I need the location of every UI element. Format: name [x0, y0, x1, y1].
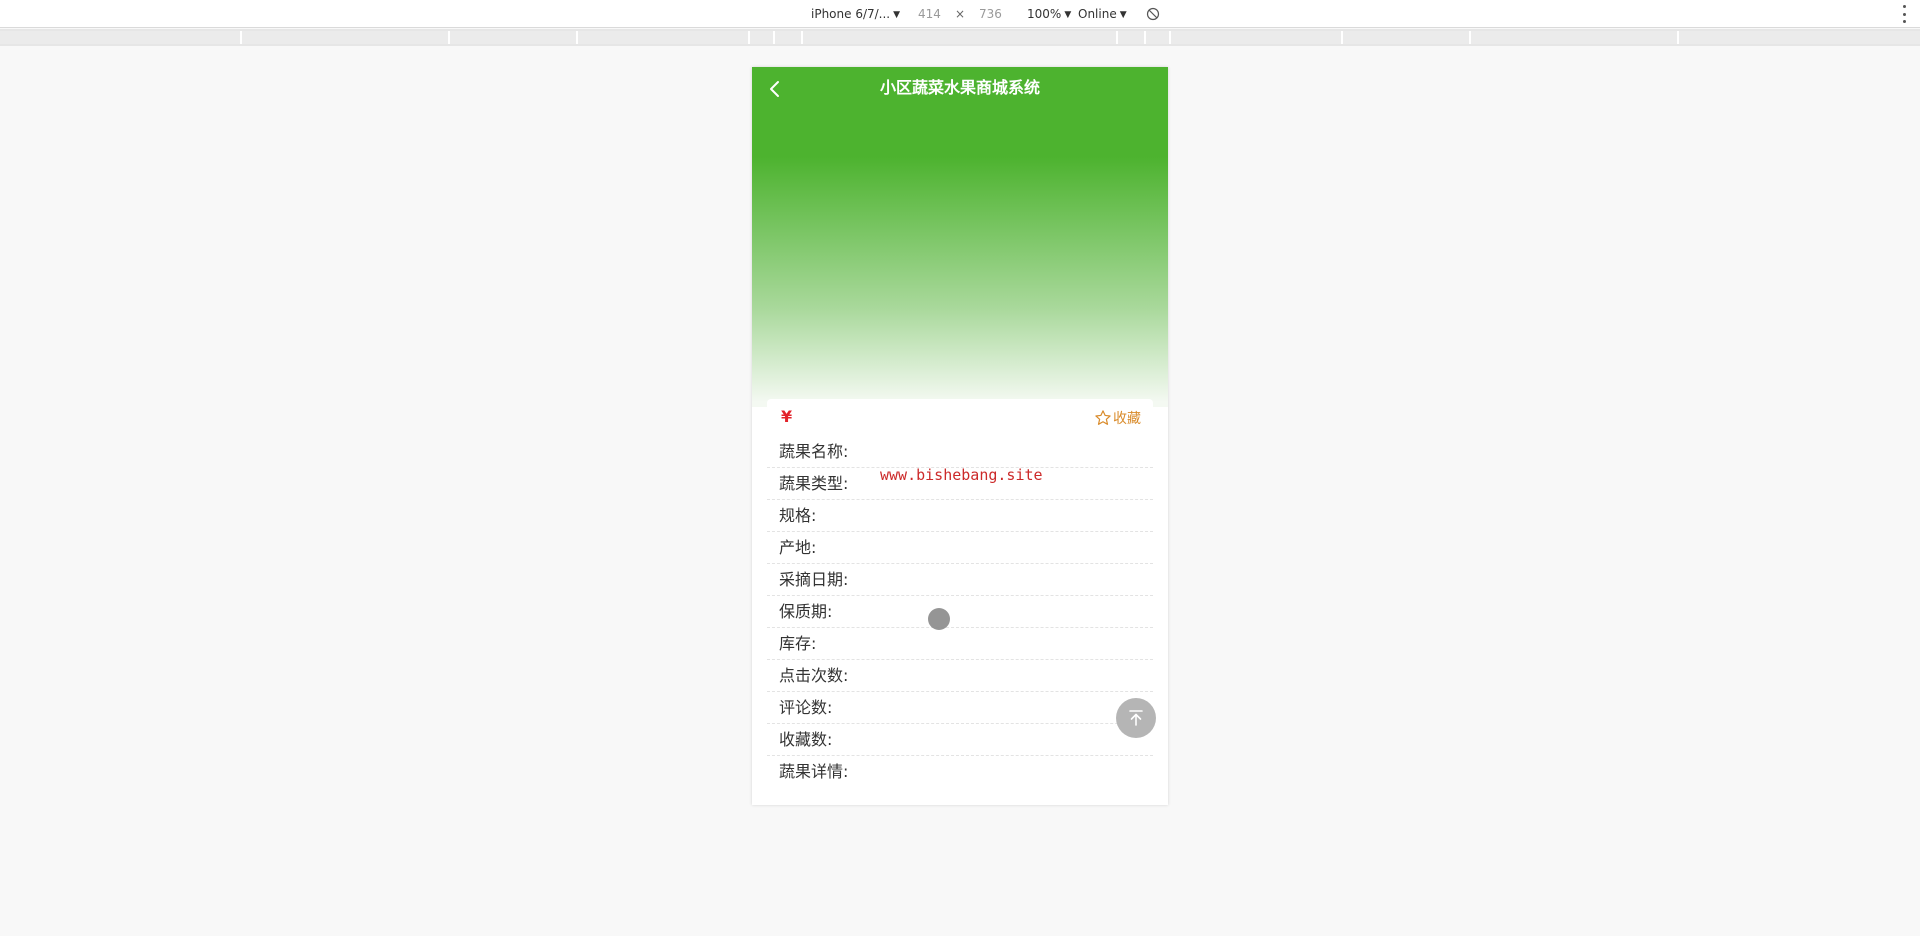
arrow-up-bar-icon — [1129, 710, 1143, 726]
star-outline-icon — [1095, 410, 1111, 425]
favorite-button[interactable]: 收藏 — [1094, 408, 1141, 428]
watermark-text: www.bishebang.site — [880, 466, 1043, 484]
field-comments: 评论数: — [767, 692, 1153, 724]
network-throttle-select[interactable]: Online ▼ — [1078, 7, 1127, 21]
product-detail-card: ¥ 收藏 蔬果名称: 蔬果类型: 规格: 产地: 采摘日期: 保质期: 库存: … — [767, 399, 1153, 805]
price-row: ¥ 收藏 — [767, 399, 1153, 437]
ruler-segment[interactable] — [450, 31, 578, 44]
field-shelf-life: 保质期: — [767, 596, 1153, 628]
zoom-select[interactable]: 100% ▼ — [1027, 7, 1071, 21]
devtools-device-toolbar: iPhone 6/7/... ▼ 414 × 736 100% ▼ Online ▼ — [0, 0, 1920, 28]
ruler-segment[interactable] — [1679, 31, 1920, 44]
mobile-viewport: 小区蔬菜水果商城系统 ¥ 收藏 蔬果名称: 蔬果类型: 规格: 产地: 采摘日期… — [752, 67, 1168, 805]
caret-down-icon: ▼ — [1119, 10, 1127, 20]
device-select-label: iPhone 6/7/... — [811, 7, 891, 21]
media-query-ruler — [0, 29, 1920, 46]
field-pick-date: 采摘日期: — [767, 564, 1153, 596]
field-stock: 库存: — [767, 628, 1153, 660]
field-origin: 产地: — [767, 532, 1153, 564]
ruler-segment[interactable] — [0, 31, 242, 44]
product-field-list: 蔬果名称: 蔬果类型: 规格: 产地: 采摘日期: 保质期: 库存: 点击次数:… — [767, 436, 1153, 788]
zoom-select-label: 100% — [1027, 7, 1062, 21]
field-favorites: 收藏数: — [767, 724, 1153, 756]
ruler-segment[interactable] — [1118, 31, 1146, 44]
viewport-height-input[interactable]: 736 — [979, 7, 1002, 21]
ruler-segment[interactable] — [1146, 31, 1171, 44]
ruler-segment[interactable] — [1343, 31, 1471, 44]
ruler-segment[interactable] — [750, 31, 775, 44]
ruler-segment[interactable] — [578, 31, 750, 44]
caret-down-icon: ▼ — [893, 10, 901, 20]
field-name: 蔬果名称: — [767, 436, 1153, 468]
product-hero-banner: 小区蔬菜水果商城系统 — [752, 67, 1168, 407]
field-details: 蔬果详情: — [779, 762, 849, 781]
more-vertical-icon[interactable] — [1902, 5, 1906, 23]
price-value: ¥ — [781, 407, 793, 426]
device-select[interactable]: iPhone 6/7/... ▼ — [811, 7, 900, 21]
page-title: 小区蔬菜水果商城系统 — [879, 78, 1040, 97]
ruler-segment[interactable] — [1171, 31, 1343, 44]
rotate-icon[interactable] — [1146, 7, 1160, 21]
viewport-width-input[interactable]: 414 — [918, 7, 941, 21]
ruler-segment[interactable] — [1471, 31, 1679, 44]
field-spec: 规格: — [767, 500, 1153, 532]
touch-cursor — [928, 608, 950, 630]
dimension-separator: × — [955, 7, 966, 21]
network-select-label: Online — [1078, 7, 1117, 21]
back-to-top-button[interactable] — [1116, 698, 1156, 738]
ruler-segment[interactable] — [242, 31, 450, 44]
caret-down-icon: ▼ — [1064, 10, 1072, 20]
field-clicks: 点击次数: — [767, 660, 1153, 692]
ruler-segment[interactable] — [775, 31, 803, 44]
favorite-label: 收藏 — [1113, 411, 1141, 427]
ruler-segment[interactable] — [803, 31, 1118, 44]
